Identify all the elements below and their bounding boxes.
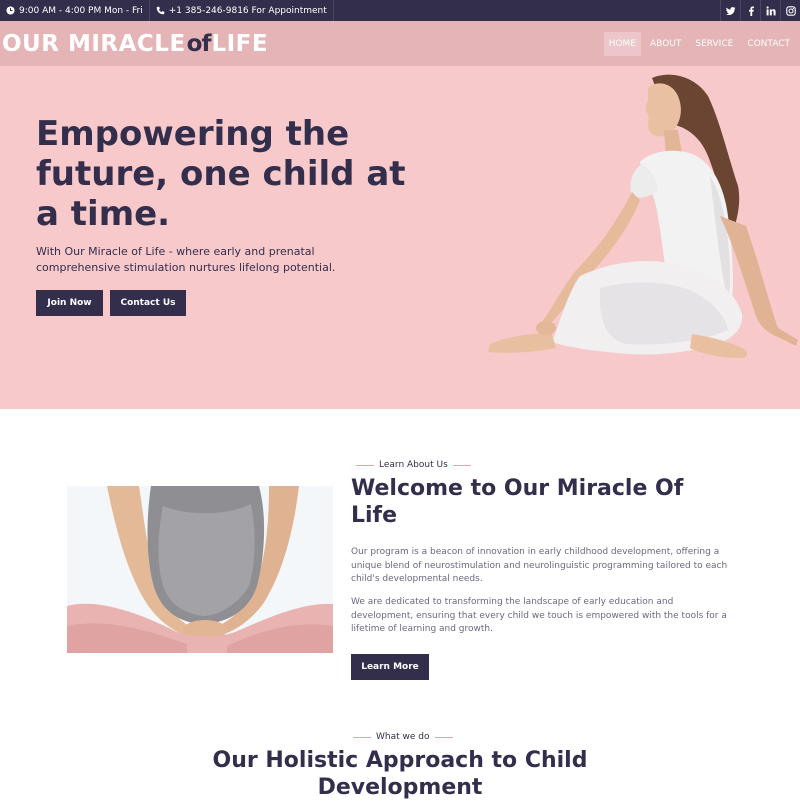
about-paragraph-2: We are dedicated to transforming the lan… <box>351 597 727 634</box>
approach-title: Our Holistic Approach to Child Developme… <box>212 748 588 800</box>
hero-title: Empowering the future, one child at a ti… <box>36 114 406 234</box>
phone-icon <box>156 6 165 15</box>
nav-about[interactable]: ABOUT <box>645 32 686 56</box>
nav-service[interactable]: SERVICE <box>690 32 738 56</box>
nav-home[interactable]: HOME <box>603 31 642 56</box>
about-paragraph-1: Our program is a beacon of innovation in… <box>351 547 728 584</box>
top-bar: 9:00 AM - 4:00 PM Mon - Fri +1 385-246-9… <box>0 0 800 21</box>
contact-us-button[interactable]: Contact Us <box>110 290 186 316</box>
twitter-link[interactable] <box>720 0 740 21</box>
facebook-icon <box>748 6 754 16</box>
about-kicker-text: Learn About Us <box>379 460 448 470</box>
clock-icon <box>6 6 15 15</box>
hours-text: 9:00 AM - 4:00 PM Mon - Fri <box>19 5 143 16</box>
social-links <box>720 0 800 21</box>
kicker-line-left <box>353 736 371 738</box>
join-now-button[interactable]: Join Now <box>36 290 103 316</box>
about-pregnant-woman-image <box>67 486 333 653</box>
linkedin-link[interactable] <box>760 0 780 21</box>
site-logo[interactable]: OUR MIRACLEofLIFE <box>2 31 268 57</box>
logo-text-of: of <box>186 30 212 57</box>
instagram-icon <box>785 5 796 16</box>
hero-subtitle: With Our Miracle of Life - where early a… <box>36 245 336 274</box>
logo-text-our-miracle: OUR MIRACLE <box>2 30 186 57</box>
hours-info: 9:00 AM - 4:00 PM Mon - Fri <box>0 0 150 21</box>
hero-yoga-woman-image <box>488 74 798 358</box>
phone-info[interactable]: +1 385-246-9816 For Appointment <box>150 0 334 21</box>
main-nav: HOME ABOUT SERVICE CONTACT <box>600 31 795 56</box>
nav-contact[interactable]: CONTACT <box>742 32 795 56</box>
phone-text: +1 385-246-9816 For Appointment <box>168 5 327 16</box>
site-header: OUR MIRACLEofLIFE HOME ABOUT SERVICE CON… <box>0 21 800 66</box>
logo-text-life: LIFE <box>211 30 269 57</box>
instagram-link[interactable] <box>780 0 800 21</box>
learn-more-button[interactable]: Learn More <box>351 654 429 680</box>
facebook-link[interactable] <box>740 0 760 21</box>
approach-kicker-text: What we do <box>376 732 430 742</box>
twitter-icon <box>725 6 736 15</box>
approach-kicker: What we do <box>348 732 458 742</box>
kicker-line-right <box>452 464 471 466</box>
kicker-line-right <box>434 736 453 738</box>
linkedin-icon <box>766 5 776 15</box>
kicker-line-left <box>356 464 374 466</box>
about-kicker: Learn About Us <box>351 460 476 470</box>
hero-section: Empowering the future, one child at a ti… <box>0 66 800 409</box>
about-title: Welcome to Our Miracle Of Life <box>351 476 684 528</box>
